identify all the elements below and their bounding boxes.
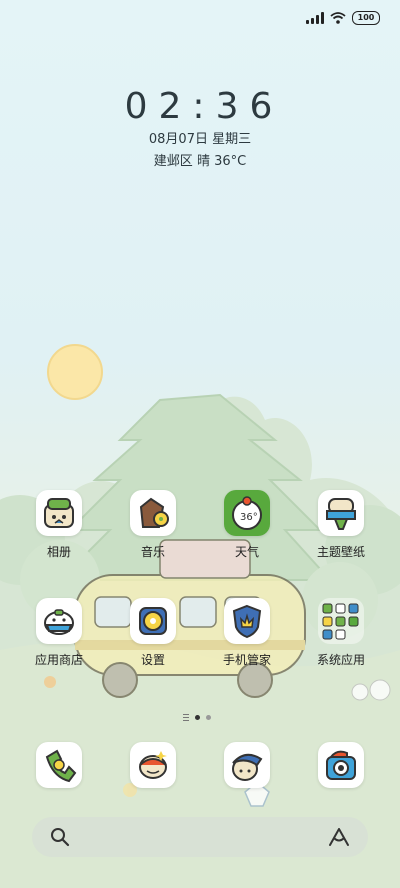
clock-date: 08月07日 星期三 (148, 132, 252, 147)
app-themes[interactable]: 主题壁纸 (299, 490, 383, 560)
battery-indicator: 100 (352, 11, 380, 25)
app-weather[interactable]: 36° 天气 (205, 490, 289, 560)
status-bar: 100 (306, 8, 380, 28)
app-store-icon[interactable] (36, 598, 82, 644)
assistant-icon[interactable] (328, 827, 350, 847)
clock-weather: 建邺区 晴 36°C (0, 150, 400, 169)
page-dot[interactable] (206, 715, 211, 720)
app-music[interactable]: 音乐 (111, 490, 195, 560)
music-icon[interactable] (130, 490, 176, 536)
page-list-icon[interactable] (183, 714, 189, 721)
app-label: 主题壁纸 (316, 545, 365, 559)
app-label: 手机管家 (222, 653, 271, 667)
app-label: 系统应用 (316, 653, 365, 667)
app-settings[interactable]: 设置 (111, 598, 195, 668)
dock-messages[interactable] (111, 742, 195, 788)
clock-time[interactable]: 02:36 (0, 86, 400, 127)
app-store[interactable]: 应用商店 (17, 598, 101, 668)
browser-icon[interactable] (224, 742, 270, 788)
app-security[interactable]: 手机管家 (205, 598, 289, 668)
sun-graphic (47, 344, 103, 400)
weather-location: 建邺区 (153, 154, 193, 169)
weather-condition: 晴 (196, 154, 210, 169)
weather-icon[interactable]: 36° (224, 490, 270, 536)
theme-icon[interactable] (318, 490, 364, 536)
dock-phone[interactable] (17, 742, 101, 788)
app-album[interactable]: 相册 (17, 490, 101, 560)
settings-icon[interactable] (130, 598, 176, 644)
search-icon[interactable] (50, 827, 70, 847)
page-dot-current[interactable] (195, 715, 200, 720)
dock-browser[interactable] (205, 742, 289, 788)
weather-badge: 36° (240, 512, 258, 523)
phone-icon[interactable] (36, 742, 82, 788)
app-label: 音乐 (140, 545, 165, 559)
app-label: 天气 (234, 545, 259, 559)
security-icon[interactable] (224, 598, 270, 644)
camera-icon[interactable] (318, 742, 364, 788)
app-label: 相册 (46, 545, 71, 559)
app-system-folder[interactable]: 系统应用 (299, 598, 383, 668)
signal-icon (306, 12, 324, 24)
home-screen: 100 02:36 08月07日 星期三 建邺区 晴 36°C 相册 音乐 36… (0, 0, 400, 888)
page-indicator[interactable] (183, 714, 211, 721)
folder-icon[interactable] (318, 598, 364, 644)
search-bar[interactable] (32, 817, 368, 857)
messages-icon[interactable] (130, 742, 176, 788)
album-icon[interactable] (36, 490, 82, 536)
weather-temperature: 36°C (214, 154, 247, 169)
dock-camera[interactable] (299, 742, 383, 788)
app-label: 设置 (140, 653, 165, 667)
wifi-icon (330, 12, 346, 24)
app-label: 应用商店 (34, 653, 83, 667)
